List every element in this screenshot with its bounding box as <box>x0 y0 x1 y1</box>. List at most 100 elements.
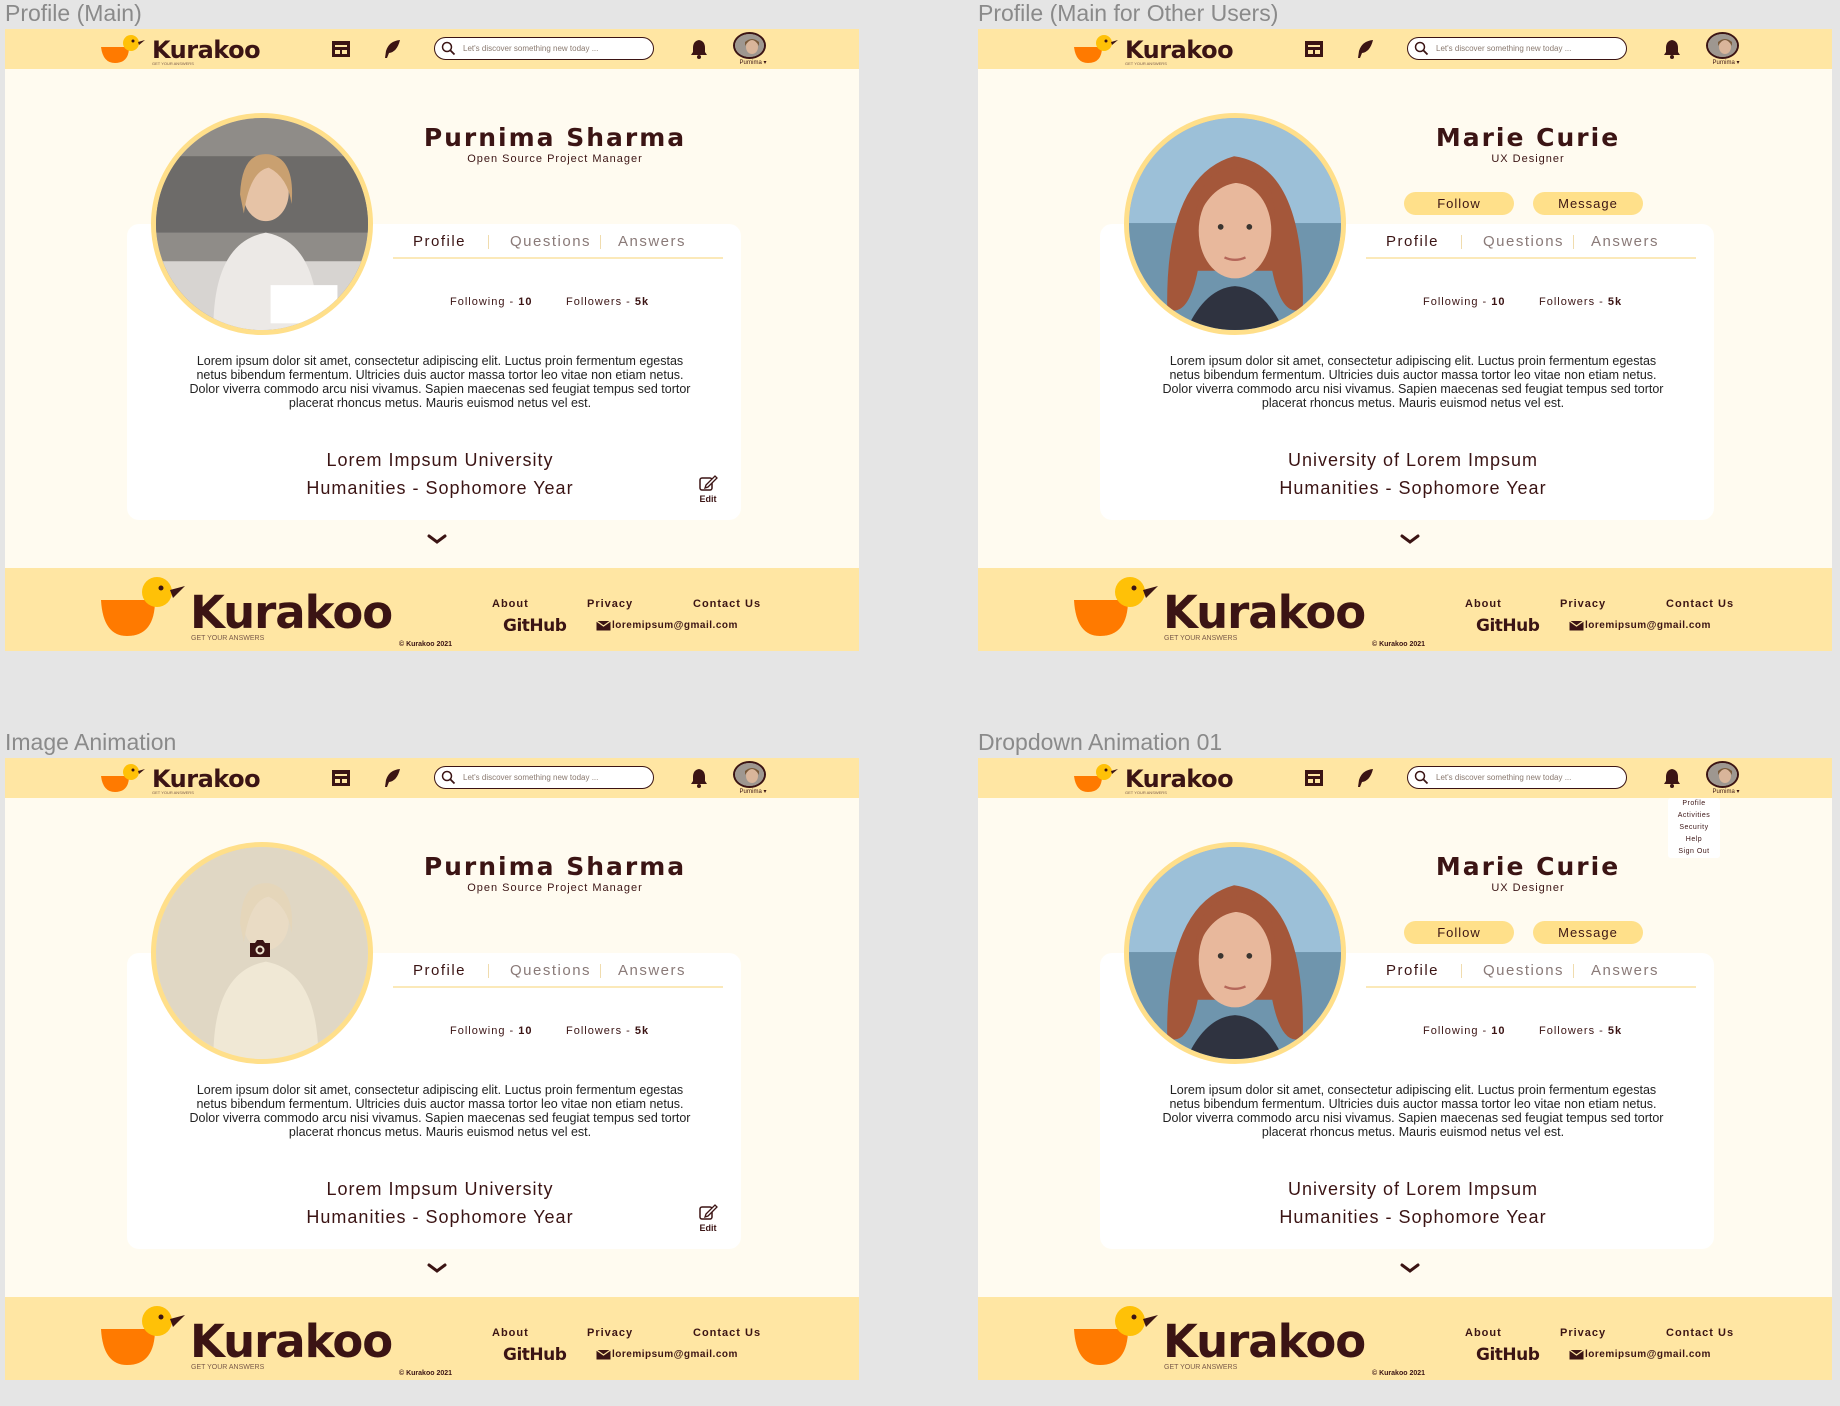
chevron-down-icon[interactable] <box>423 1260 451 1278</box>
avatar-username[interactable]: Purnima ▾ <box>733 59 773 66</box>
feather-write-icon[interactable] <box>381 38 403 60</box>
footer-about-link[interactable]: About <box>492 598 529 610</box>
tab-profile[interactable]: Profile <box>413 233 466 250</box>
brand-name[interactable]: Kurakoo <box>1125 765 1234 793</box>
followers-count[interactable]: Followers - 5k <box>1539 1025 1622 1037</box>
footer-email-link[interactable]: loremipsum@gmail.com <box>1585 620 1711 631</box>
kurakoo-duck-logo-large[interactable] <box>99 576 189 638</box>
following-count[interactable]: Following - 10 <box>450 1025 533 1037</box>
change-photo-camera-icon[interactable] <box>247 936 273 960</box>
kurakoo-duck-logo[interactable] <box>99 762 147 794</box>
edit-button[interactable]: Edit <box>693 1203 723 1233</box>
footer-email-link[interactable]: loremipsum@gmail.com <box>612 620 738 631</box>
brand-name[interactable]: Kurakoo <box>152 765 261 793</box>
footer-email-link[interactable]: loremipsum@gmail.com <box>612 1349 738 1360</box>
kurakoo-duck-logo-large[interactable] <box>1072 1305 1162 1367</box>
user-avatar-menu[interactable] <box>1706 32 1739 59</box>
footer-contact-link[interactable]: Contact Us <box>693 1327 761 1339</box>
footer-contact-link[interactable]: Contact Us <box>1666 1327 1734 1339</box>
notification-bell-icon[interactable] <box>688 767 710 789</box>
kurakoo-duck-logo-large[interactable] <box>1072 576 1162 638</box>
feather-write-icon[interactable] <box>1354 767 1376 789</box>
tab-answers[interactable]: Answers <box>1591 962 1659 979</box>
user-avatar-menu[interactable] <box>733 761 766 788</box>
following-count[interactable]: Following - 10 <box>450 296 533 308</box>
follow-button[interactable]: Follow <box>1404 192 1514 215</box>
github-link[interactable]: GitHub <box>503 616 567 636</box>
chevron-down-icon[interactable] <box>1396 531 1424 549</box>
footer-privacy-link[interactable]: Privacy <box>587 1327 633 1339</box>
brand-name[interactable]: Kurakoo <box>152 36 261 64</box>
tab-divider <box>488 235 489 249</box>
questions-icon[interactable] <box>1303 38 1325 60</box>
message-button[interactable]: Message <box>1533 192 1643 215</box>
tab-answers[interactable]: Answers <box>1591 233 1659 250</box>
search-input[interactable]: Let's discover something new today ... <box>1407 766 1627 789</box>
questions-icon[interactable] <box>330 38 352 60</box>
header: Kurakoo GET YOUR ANSWERS Let's discover … <box>5 29 859 69</box>
footer-privacy-link[interactable]: Privacy <box>1560 1327 1606 1339</box>
profile-university: University of Lorem Impsum <box>1287 1179 1539 1199</box>
tab-answers[interactable]: Answers <box>618 233 686 250</box>
github-link[interactable]: GitHub <box>503 1345 567 1365</box>
user-avatar-menu[interactable] <box>733 32 766 59</box>
footer-contact-link[interactable]: Contact Us <box>693 598 761 610</box>
followers-count[interactable]: Followers - 5k <box>1539 296 1622 308</box>
github-link[interactable]: GitHub <box>1476 616 1540 636</box>
feather-write-icon[interactable] <box>1354 38 1376 60</box>
notification-bell-icon[interactable] <box>688 38 710 60</box>
user-avatar-menu[interactable] <box>1706 761 1739 788</box>
kurakoo-duck-logo-large[interactable] <box>99 1305 189 1367</box>
notification-bell-icon[interactable] <box>1661 767 1683 789</box>
profile-photo[interactable] <box>151 113 373 335</box>
avatar-username[interactable]: Purnima ▾ <box>1706 788 1746 795</box>
message-button[interactable]: Message <box>1533 921 1643 944</box>
tab-questions[interactable]: Questions <box>510 962 591 979</box>
edit-button[interactable]: Edit <box>693 474 723 504</box>
tab-profile[interactable]: Profile <box>1386 233 1439 250</box>
footer-email-link[interactable]: loremipsum@gmail.com <box>1585 1349 1711 1360</box>
chevron-down-icon[interactable] <box>1396 1260 1424 1278</box>
dropdown-item-activities[interactable]: Activities <box>1668 810 1720 822</box>
profile-major: Humanities - Sophomore Year <box>1279 478 1547 498</box>
kurakoo-duck-logo[interactable] <box>1072 33 1120 65</box>
edit-pencil-icon <box>699 475 718 491</box>
notification-bell-icon[interactable] <box>1661 38 1683 60</box>
chevron-down-icon[interactable] <box>423 531 451 549</box>
tab-questions[interactable]: Questions <box>510 233 591 250</box>
kurakoo-duck-logo[interactable] <box>1072 762 1120 794</box>
tab-answers[interactable]: Answers <box>618 962 686 979</box>
dropdown-item-security[interactable]: Security <box>1668 822 1720 834</box>
followers-count[interactable]: Followers - 5k <box>566 296 649 308</box>
feather-write-icon[interactable] <box>381 767 403 789</box>
avatar-username[interactable]: Purnima ▾ <box>733 788 773 795</box>
followers-count[interactable]: Followers - 5k <box>566 1025 649 1037</box>
tab-questions[interactable]: Questions <box>1483 233 1564 250</box>
tab-questions[interactable]: Questions <box>1483 962 1564 979</box>
footer-privacy-link[interactable]: Privacy <box>587 598 633 610</box>
dropdown-item-profile[interactable]: Profile <box>1668 798 1720 810</box>
questions-icon[interactable] <box>330 767 352 789</box>
brand-name[interactable]: Kurakoo <box>1125 36 1234 64</box>
following-count[interactable]: Following - 10 <box>1423 296 1506 308</box>
questions-icon[interactable] <box>1303 767 1325 789</box>
footer-about-link[interactable]: About <box>1465 1327 1502 1339</box>
footer-contact-link[interactable]: Contact Us <box>1666 598 1734 610</box>
following-count[interactable]: Following - 10 <box>1423 1025 1506 1037</box>
kurakoo-duck-logo[interactable] <box>99 33 147 65</box>
tab-profile[interactable]: Profile <box>1386 962 1439 979</box>
footer-about-link[interactable]: About <box>492 1327 529 1339</box>
dropdown-item-help[interactable]: Help <box>1668 834 1720 846</box>
mail-icon <box>596 620 611 631</box>
github-link[interactable]: GitHub <box>1476 1345 1540 1365</box>
profile-name: Purnima Sharma <box>423 852 687 881</box>
footer-privacy-link[interactable]: Privacy <box>1560 598 1606 610</box>
search-input[interactable]: Let's discover something new today ... <box>1407 37 1627 60</box>
follow-button[interactable]: Follow <box>1404 921 1514 944</box>
footer-about-link[interactable]: About <box>1465 598 1502 610</box>
avatar-username[interactable]: Purnima ▾ <box>1706 59 1746 66</box>
footer-copyright: © Kurakoo 2021 <box>1372 641 1426 648</box>
search-input[interactable]: Let's discover something new today ... <box>434 37 654 60</box>
search-input[interactable]: Let's discover something new today ... <box>434 766 654 789</box>
tab-profile[interactable]: Profile <box>413 962 466 979</box>
